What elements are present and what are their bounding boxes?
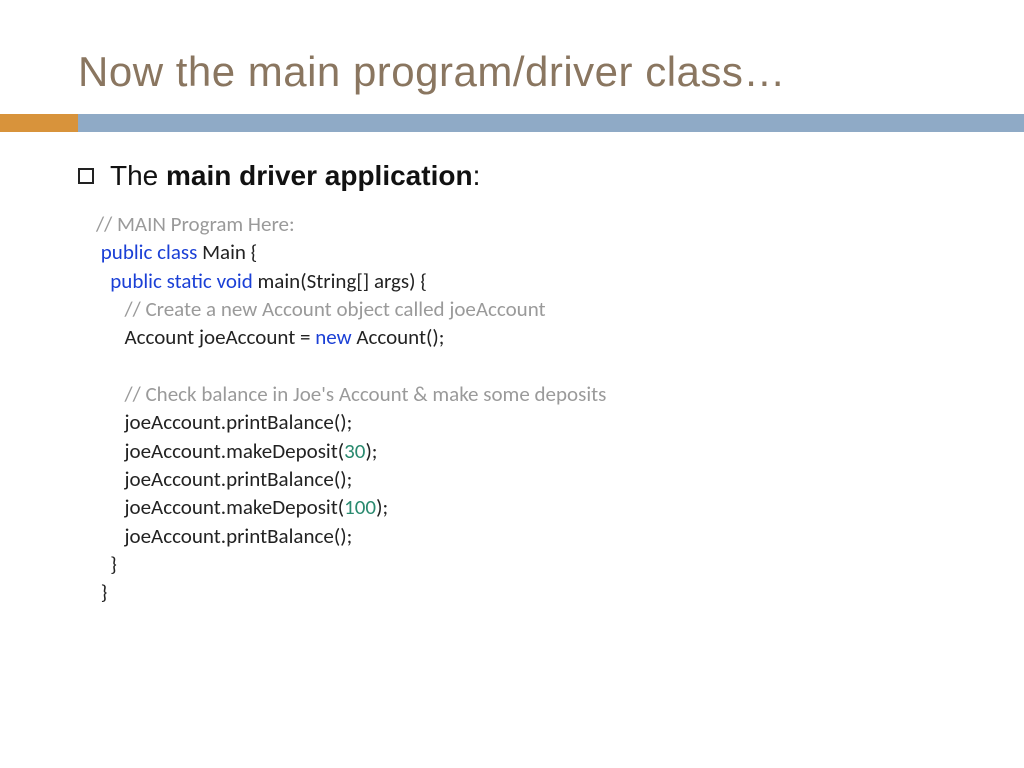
code-text: } <box>110 551 117 577</box>
code-comment: // Check balance in Joe's Account & make… <box>125 381 607 407</box>
code-text: Account(); <box>356 324 444 350</box>
bullet-suffix: : <box>473 160 481 191</box>
checkbox-icon <box>78 168 94 184</box>
code-text: joeAccount.printBalance(); <box>125 466 353 492</box>
code-text: joeAccount.makeDeposit( <box>125 494 345 520</box>
code-text: } <box>101 579 108 605</box>
divider-blue-segment <box>78 114 1024 132</box>
code-text: main(String[] args) { <box>258 268 427 294</box>
code-keyword: new <box>315 324 356 350</box>
bullet-item: The main driver application: <box>78 160 954 192</box>
code-keyword: public class <box>101 239 202 265</box>
bullet-bold: main driver application <box>166 160 473 191</box>
divider-bar <box>0 114 1024 132</box>
code-number: 100 <box>344 494 376 520</box>
code-text: joeAccount.printBalance(); <box>125 523 353 549</box>
code-number: 30 <box>344 438 365 464</box>
divider-orange-segment <box>0 114 78 132</box>
content-area: The main driver application: // MAIN Pro… <box>0 132 1024 607</box>
code-block: // MAIN Program Here: public class Main … <box>78 210 954 607</box>
code-text: ); <box>376 494 388 520</box>
code-text: Account joeAccount = <box>125 324 316 350</box>
code-text: Main { <box>202 239 257 265</box>
code-text: joeAccount.printBalance(); <box>125 409 353 435</box>
code-text: joeAccount.makeDeposit( <box>125 438 345 464</box>
bullet-text: The main driver application: <box>110 160 480 192</box>
bullet-prefix: The <box>110 160 166 191</box>
code-keyword: public static void <box>110 268 257 294</box>
code-comment: // Create a new Account object called jo… <box>125 296 546 322</box>
code-line-1: // MAIN Program Here: <box>96 211 295 237</box>
code-text: ); <box>365 438 377 464</box>
slide: Now the main program/driver class… The m… <box>0 0 1024 768</box>
slide-title: Now the main program/driver class… <box>0 0 1024 114</box>
